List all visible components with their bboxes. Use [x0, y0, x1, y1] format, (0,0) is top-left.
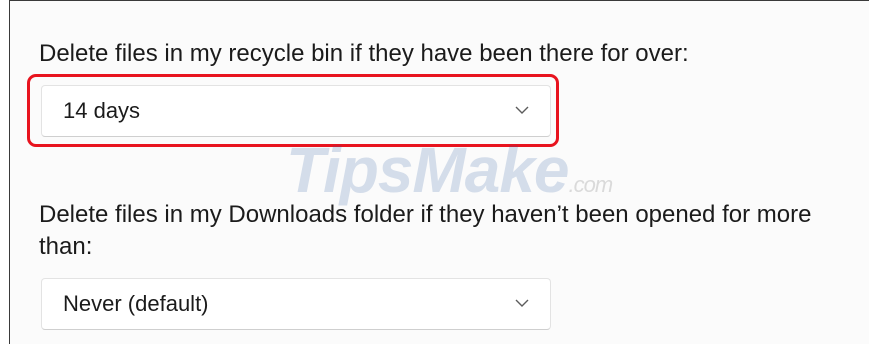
watermark-suffix: .com [568, 172, 614, 197]
downloads-selected-value: Never (default) [63, 291, 209, 316]
storage-sense-settings-panel: Delete files in my recycle bin if they h… [9, 0, 869, 344]
downloads-label: Delete files in my Downloads folder if t… [39, 201, 812, 260]
chevron-down-icon [515, 299, 529, 307]
downloads-duration-dropdown[interactable]: Never (default) [41, 278, 551, 330]
recycle-bin-label: Delete files in my recycle bin if they h… [39, 40, 689, 67]
highlight-box [27, 74, 559, 147]
